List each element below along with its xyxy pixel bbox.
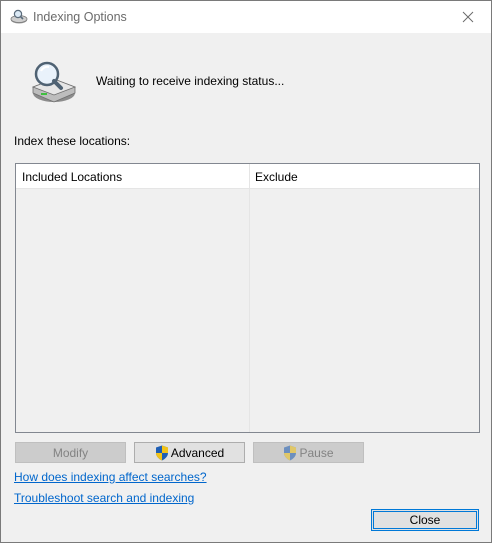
locations-list[interactable]: Included Locations Exclude bbox=[15, 163, 480, 433]
close-button-label: Close bbox=[409, 513, 441, 527]
pause-button[interactable]: Pause bbox=[253, 442, 364, 463]
pause-button-label: Pause bbox=[299, 445, 334, 460]
uac-shield-icon bbox=[284, 445, 297, 460]
index-locations-label: Index these locations: bbox=[14, 134, 131, 148]
title-close-button[interactable] bbox=[445, 1, 491, 33]
column-header-exclude[interactable]: Exclude bbox=[255, 170, 298, 184]
uac-shield-icon bbox=[155, 445, 168, 460]
close-icon bbox=[462, 11, 474, 23]
modify-button-label: Modify bbox=[52, 445, 89, 460]
column-divider bbox=[249, 164, 250, 432]
indexing-options-icon bbox=[10, 9, 28, 24]
indexing-status-text: Waiting to receive indexing status... bbox=[96, 74, 285, 88]
indexing-drive-magnifier-icon bbox=[31, 61, 77, 103]
how-indexing-affects-searches-link[interactable]: How does indexing affect searches? bbox=[14, 470, 207, 484]
troubleshoot-search-link[interactable]: Troubleshoot search and indexing bbox=[14, 491, 194, 505]
title-bar[interactable]: Indexing Options bbox=[1, 1, 491, 33]
advanced-button-label: Advanced bbox=[170, 445, 225, 460]
indexing-options-window: Indexing Options Waiting to receive inde… bbox=[0, 0, 492, 543]
advanced-button[interactable]: Advanced bbox=[134, 442, 245, 463]
modify-button[interactable]: Modify bbox=[15, 442, 126, 463]
column-header-included-locations[interactable]: Included Locations bbox=[22, 170, 122, 184]
locations-list-header: Included Locations Exclude bbox=[16, 164, 479, 189]
window-title: Indexing Options bbox=[33, 10, 127, 24]
close-button[interactable]: Close bbox=[371, 509, 479, 531]
